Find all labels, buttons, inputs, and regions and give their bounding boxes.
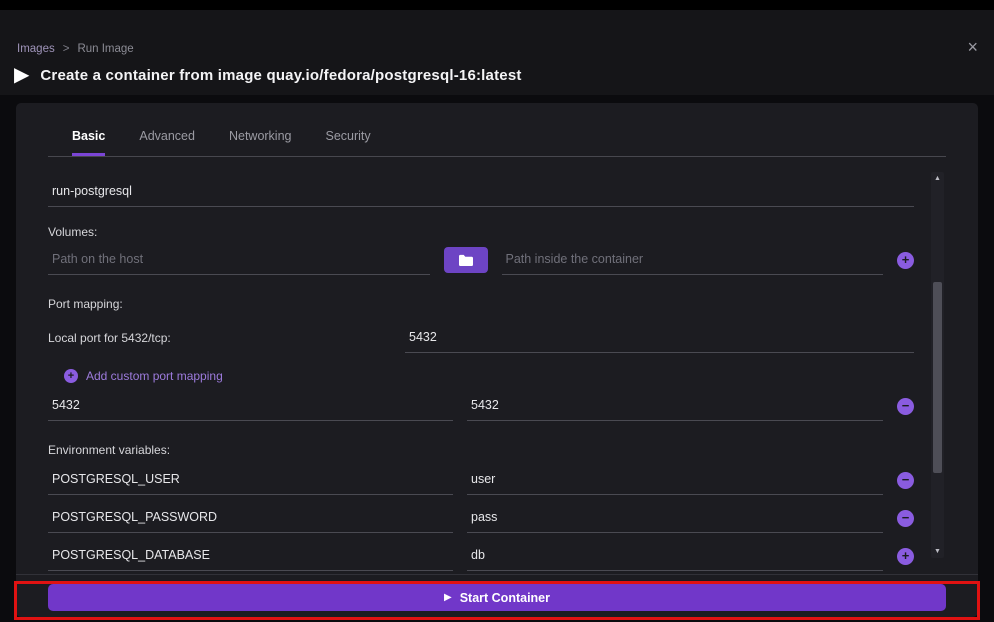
start-container-label: Start Container (460, 591, 550, 605)
env-key-input[interactable] (48, 465, 453, 495)
add-env-variable-button[interactable]: + (897, 548, 914, 565)
custom-port-host-input[interactable] (48, 391, 453, 421)
vertical-scrollbar[interactable]: ▲ ▼ (931, 172, 944, 558)
local-port-label: Local port for 5432/tcp: (48, 331, 405, 345)
form-content: Volumes: + Port mapping: Local port for … (16, 167, 978, 571)
play-icon: ▶ (14, 65, 29, 85)
local-port-row: Local port for 5432/tcp: (48, 323, 914, 353)
page-title: Create a container from image quay.io/fe… (40, 67, 521, 84)
breadcrumb-current: Run Image (77, 43, 133, 55)
remove-env-variable-button[interactable]: − (897, 510, 914, 527)
port-mapping-label: Port mapping: (48, 297, 914, 311)
environment-variables-label: Environment variables: (48, 443, 914, 457)
tab-basic[interactable]: Basic (72, 129, 105, 156)
tab-bar: Basic Advanced Networking Security (48, 103, 946, 157)
env-key-input[interactable] (48, 503, 453, 533)
volumes-row: + (48, 245, 914, 275)
start-container-button[interactable]: ▶ Start Container (48, 584, 946, 611)
breadcrumb-images-link[interactable]: Images (17, 43, 55, 55)
close-icon[interactable]: × (967, 38, 978, 56)
volume-host-path-input[interactable] (48, 245, 430, 275)
custom-port-container-input[interactable] (467, 391, 883, 421)
env-key-input[interactable] (48, 541, 453, 571)
remove-env-variable-button[interactable]: − (897, 472, 914, 489)
tab-security[interactable]: Security (326, 129, 371, 156)
tab-networking[interactable]: Networking (229, 129, 292, 156)
container-name-input[interactable] (48, 177, 914, 207)
env-row: − (48, 465, 914, 495)
add-custom-port-mapping-link[interactable]: + Add custom port mapping (64, 369, 223, 383)
tab-advanced[interactable]: Advanced (139, 129, 195, 156)
form-scroll-area: Volumes: + Port mapping: Local port for … (16, 167, 978, 575)
run-image-card: Basic Advanced Networking Security Volum… (16, 103, 978, 617)
podman-run-image-screen: Images > Run Image × ▶ Create a containe… (0, 0, 994, 622)
env-value-input[interactable] (467, 465, 883, 495)
play-icon: ▶ (444, 593, 452, 603)
scrollbar-track[interactable] (931, 185, 944, 545)
browse-folder-button[interactable] (444, 247, 488, 273)
scroll-down-icon[interactable]: ▼ (934, 545, 941, 558)
breadcrumb: Images > Run Image (17, 43, 134, 55)
local-port-input[interactable] (405, 323, 914, 353)
title-row: ▶ Create a container from image quay.io/… (14, 65, 974, 85)
env-row: + (48, 541, 914, 571)
env-row: − (48, 503, 914, 533)
titlebar (0, 0, 994, 10)
remove-port-mapping-button[interactable]: − (897, 398, 914, 415)
folder-icon (458, 254, 474, 267)
scroll-up-icon[interactable]: ▲ (934, 172, 941, 185)
page-header: Images > Run Image × ▶ Create a containe… (0, 10, 994, 95)
env-value-input[interactable] (467, 503, 883, 533)
add-volume-button[interactable]: + (897, 252, 914, 269)
volume-container-path-input[interactable] (502, 245, 884, 275)
volumes-label: Volumes: (48, 225, 914, 239)
custom-port-row: − (48, 391, 914, 421)
breadcrumb-separator-icon: > (63, 43, 70, 55)
add-custom-port-label: Add custom port mapping (86, 369, 223, 383)
plus-icon: + (64, 369, 78, 383)
env-value-input[interactable] (467, 541, 883, 571)
scrollbar-thumb[interactable] (933, 282, 942, 473)
